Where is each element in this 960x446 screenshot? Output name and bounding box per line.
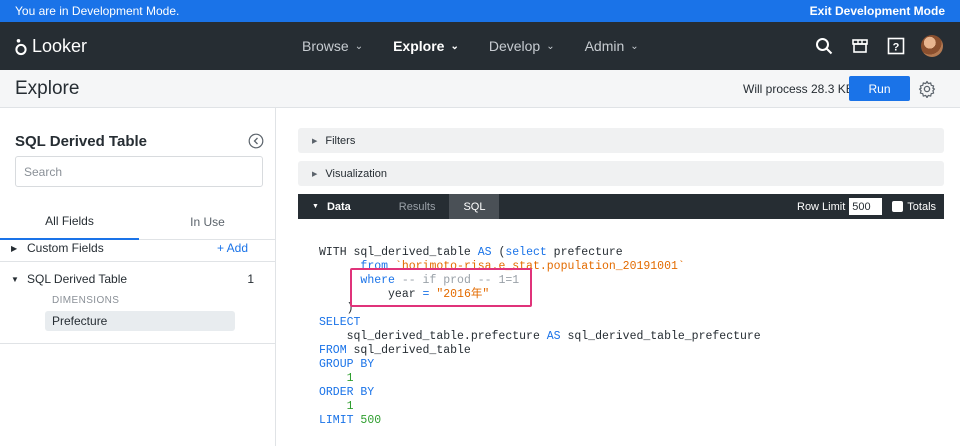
explore-header: Explore Will process 28.3 KB Run [0,70,960,108]
gear-icon[interactable] [918,80,936,98]
process-size-text: Will process 28.3 KB [743,82,854,96]
totals-toggle[interactable]: Totals [892,201,936,213]
nav-icons: ? [800,34,944,58]
sql-keyword: SELECT [319,316,361,329]
sql-keyword: AS [546,330,561,343]
sql-keyword: from [360,260,389,273]
nav-admin-label: Admin [584,38,625,54]
user-avatar[interactable] [920,34,944,58]
sql-keyword: GROUP BY [319,358,375,371]
development-mode-bar: You are in Development Mode. Exit Develo… [0,0,960,22]
explore-name: SQL Derived Table [15,133,147,150]
sql-text: sql_derived_table [346,344,471,357]
looker-logo[interactable]: Looker [14,36,87,57]
nav-explore[interactable]: Explore ⌄ [393,38,459,54]
divider [0,343,276,344]
sql-text: ) [346,302,354,315]
data-section-toggle[interactable]: Data [327,201,351,213]
sql-string: `horimoto-risa.e_stat.population_2019100… [394,260,685,273]
field-picker-sidebar: SQL Derived Table All Fields In Use ▶ Cu… [0,108,276,446]
sql-keyword: AS [477,246,492,259]
data-section-bar: ▼ Data Results SQL Row Limit Totals [298,194,944,219]
totals-label: Totals [907,200,937,213]
search-icon[interactable] [812,34,836,58]
avatar [921,35,943,57]
logo-text: Looker [32,36,88,56]
view-row-sql-derived-table[interactable]: ▼ SQL Derived Table 1 [0,265,276,293]
sql-string: "2016年" [436,288,490,301]
explore-main: ▶ Filters ▶ Visualization ▼ Data Results… [277,108,960,446]
run-button[interactable]: Run [849,76,910,101]
sql-keyword: LIMIT [319,414,354,427]
chevron-down-icon: ⌄ [450,40,459,52]
filters-section[interactable]: ▶ Filters [298,128,944,153]
sql-text: sql_derived_table_prefecture [560,330,761,343]
sql-text: sql_derived_table.prefecture [346,330,547,343]
exit-development-mode-link[interactable]: Exit Development Mode [810,4,945,18]
sql-number: 500 [360,414,382,427]
custom-fields-label: Custom Fields [27,241,104,255]
row-limit-control: Row Limit Totals [797,194,936,219]
nav-develop[interactable]: Develop ⌄ [489,38,555,54]
view-field-count: 1 [247,272,254,286]
nav-browse-label: Browse [302,38,349,54]
sql-text: ( [491,246,506,259]
nav-develop-label: Develop [488,38,541,54]
help-icon[interactable]: ? [884,34,908,58]
sql-text: WITH sql_derived_table [319,246,478,259]
sql-number: 1 [346,372,354,385]
dev-mode-message: You are in Development Mode. [15,4,180,18]
caret-right-icon: ▶ [11,243,18,253]
nav-explore-label: Explore [393,38,445,54]
custom-fields-row[interactable]: ▶ Custom Fields + Add [0,234,276,262]
field-prefecture[interactable]: Prefecture [45,311,235,331]
sql-keyword: ORDER BY [319,386,375,399]
chevron-down-icon: ⌄ [546,40,555,52]
totals-checkbox[interactable] [892,201,904,212]
collapse-sidebar-icon[interactable] [248,133,264,149]
chevron-down-icon: ⌄ [630,40,639,52]
visualization-section[interactable]: ▶ Visualization [298,161,944,186]
tab-sql[interactable]: SQL [449,194,500,219]
nav-admin[interactable]: Admin ⌄ [585,38,639,54]
field-search-input[interactable] [15,156,263,187]
svg-text:?: ? [893,42,900,54]
main-menu: Browse ⌄ Explore ⌄ Develop ⌄ Admin ⌄ [302,22,669,70]
sql-keyword: where [360,274,395,287]
divider [0,261,276,262]
caret-down-icon: ▼ [11,274,19,284]
caret-right-icon: ▶ [312,170,318,178]
nav-browse[interactable]: Browse ⌄ [302,38,363,54]
sql-text: prefecture [546,246,623,259]
sql-code-block: WITH sql_derived_table AS (select prefec… [319,246,761,428]
sql-text: year [388,288,423,301]
filters-label: Filters [325,134,356,147]
page-title: Explore [15,78,80,99]
caret-right-icon: ▶ [312,137,318,145]
marketplace-icon[interactable] [848,34,872,58]
sql-number: 1 [346,400,354,413]
row-limit-label: Row Limit [797,200,846,213]
looker-logo-icon [15,38,27,55]
add-custom-field-button[interactable]: + Add [217,241,248,255]
sql-keyword: FROM [319,344,347,357]
row-limit-input[interactable] [849,198,883,215]
dimensions-heading: DIMENSIONS [52,295,120,306]
caret-down-icon: ▼ [312,203,319,210]
sql-keyword: select [505,246,547,259]
view-label: SQL Derived Table [27,272,128,286]
visualization-label: Visualization [325,167,387,180]
chevron-down-icon: ⌄ [354,40,364,52]
top-navigation: Looker Browse ⌄ Explore ⌄ Develop ⌄ Admin ⌄ … [0,22,960,70]
sql-comment: -- if prod -- 1=1 [401,274,520,287]
tab-results[interactable]: Results [385,194,450,219]
